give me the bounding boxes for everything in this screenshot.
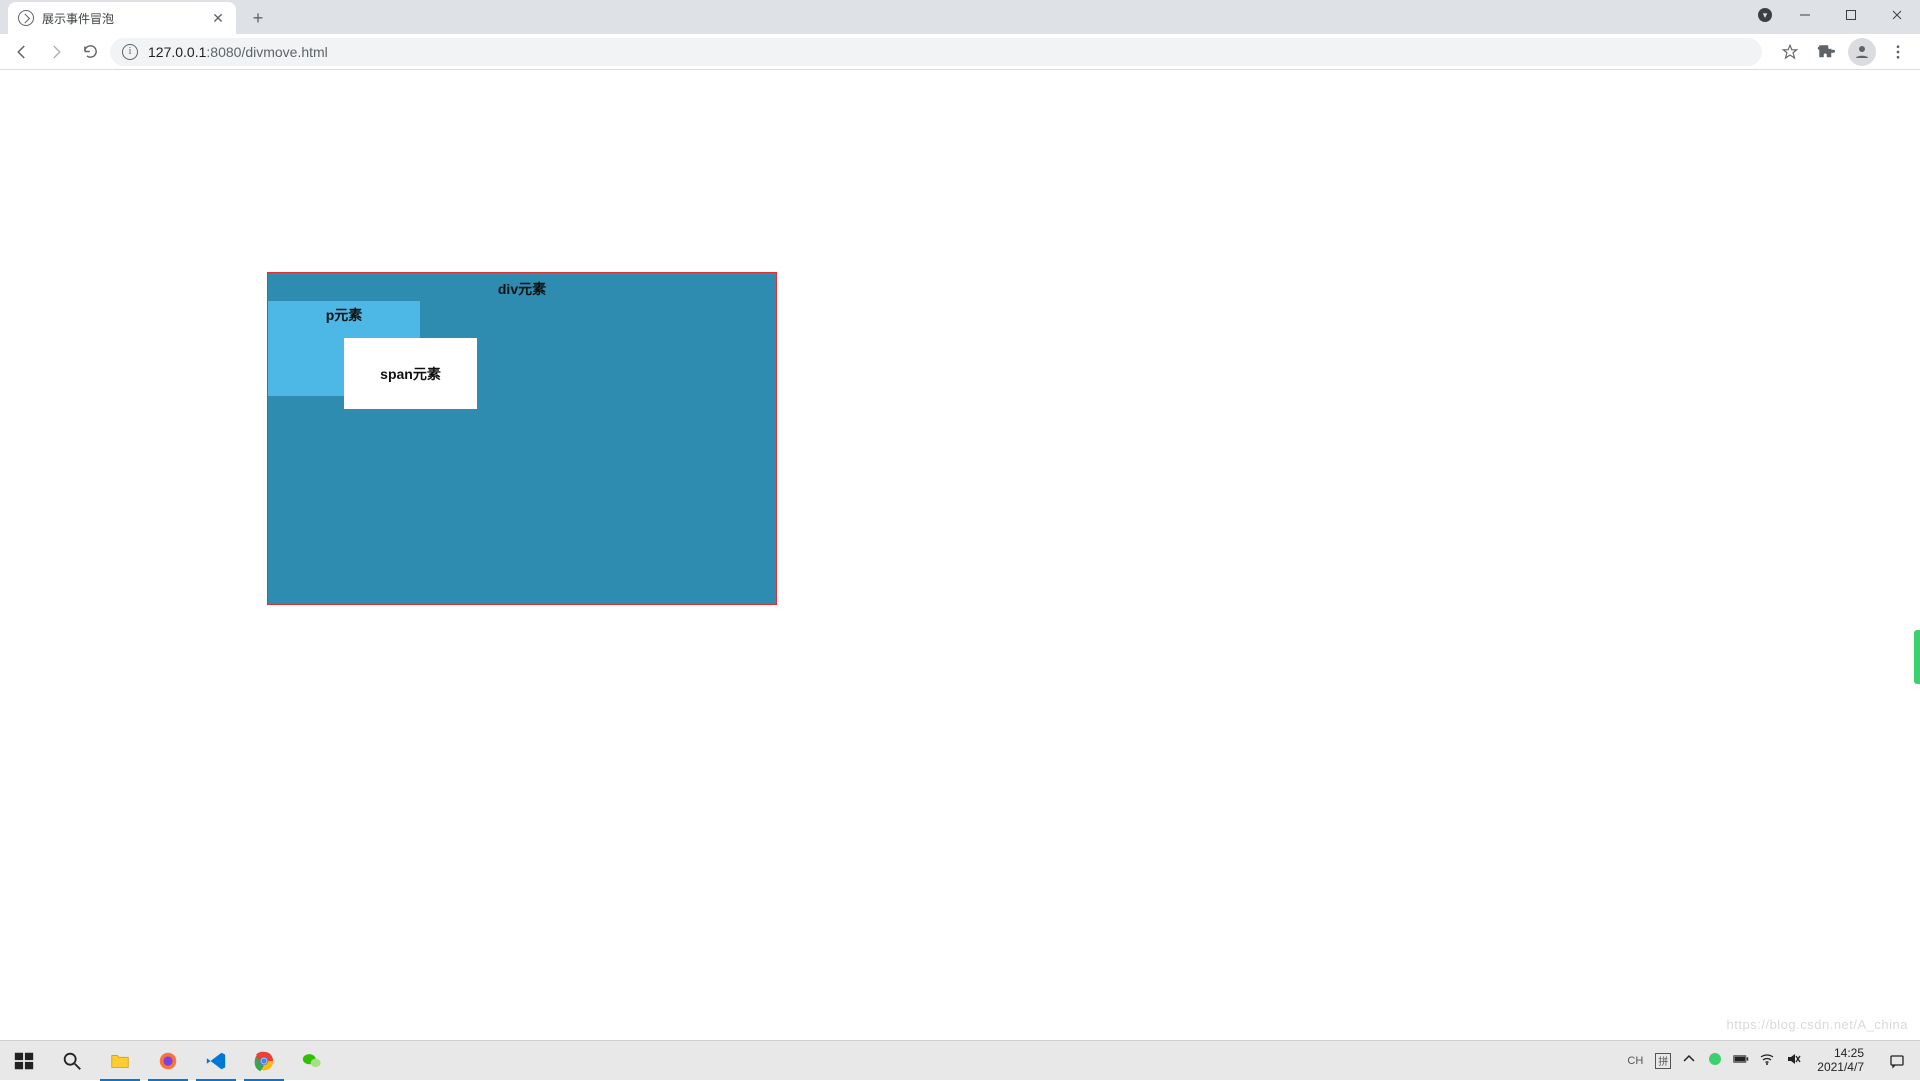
globe-icon (18, 10, 34, 26)
taskbar-app-explorer[interactable] (96, 1041, 144, 1081)
browser-tabstrip: 展示事件冒泡 ✕ + ▾ (0, 0, 1920, 34)
nav-back-button[interactable] (8, 38, 36, 66)
window-controls: ▾ (1748, 0, 1920, 34)
notification-icon (1889, 1053, 1905, 1069)
toolbar-right-icons (1776, 38, 1912, 66)
vscode-icon (205, 1050, 227, 1072)
search-icon (61, 1050, 83, 1072)
nav-forward-button[interactable] (42, 38, 70, 66)
kebab-icon (1889, 43, 1907, 61)
taskbar-app-vscode[interactable] (192, 1041, 240, 1081)
demo-span-label: span元素 (380, 364, 441, 384)
windows-icon (13, 1050, 35, 1072)
chrome-icon (253, 1050, 275, 1072)
url-path: /divmove.html (241, 44, 327, 60)
profile-button[interactable] (1848, 38, 1876, 66)
clock-date: 2021/4/7 (1817, 1061, 1864, 1075)
taskbar-app-firefox[interactable] (144, 1041, 192, 1081)
firefox-icon (157, 1050, 179, 1072)
taskbar-clock[interactable]: 14:25 2021/4/7 (1811, 1047, 1870, 1075)
puzzle-icon (1817, 43, 1835, 61)
account-dropdown-button[interactable]: ▾ (1748, 0, 1782, 30)
page-viewport: div元素 p元素 span元素 https://blog.csdn.net/A… (0, 70, 1920, 1040)
arrow-left-icon (13, 43, 31, 61)
taskbar-search-button[interactable] (48, 1041, 96, 1081)
demo-div-label: div元素 (498, 281, 546, 297)
taskbar-left (0, 1041, 336, 1080)
demo-div-box[interactable]: div元素 p元素 span元素 (267, 272, 777, 605)
url-port: :8080 (206, 44, 241, 60)
demo-span-box[interactable]: span元素 (344, 338, 477, 409)
address-bar[interactable]: i 127.0.0.1:8080/divmove.html (110, 38, 1762, 66)
maximize-icon (1845, 9, 1857, 21)
reload-icon (82, 43, 99, 60)
ime-language[interactable]: CH (1625, 1055, 1645, 1067)
tray-security-icon[interactable] (1707, 1051, 1723, 1070)
window-close-button[interactable] (1874, 0, 1920, 30)
tray-chevron-up-icon[interactable] (1681, 1051, 1697, 1070)
new-tab-button[interactable]: + (244, 4, 272, 32)
taskbar-app-chrome[interactable] (240, 1041, 288, 1081)
star-icon (1781, 43, 1799, 61)
browser-tab-active[interactable]: 展示事件冒泡 ✕ (8, 2, 236, 34)
browser-toolbar: i 127.0.0.1:8080/divmove.html (0, 34, 1920, 70)
window-minimize-button[interactable] (1782, 0, 1828, 30)
clock-time: 14:25 (1817, 1047, 1864, 1061)
bookmark-button[interactable] (1776, 38, 1804, 66)
url-text: 127.0.0.1:8080/divmove.html (148, 44, 328, 60)
close-icon (1891, 9, 1903, 21)
chrome-menu-button[interactable] (1884, 38, 1912, 66)
arrow-right-icon (47, 43, 65, 61)
site-info-icon[interactable]: i (122, 44, 138, 60)
tray-wifi-icon[interactable] (1759, 1051, 1775, 1070)
tray-volume-icon[interactable] (1785, 1051, 1801, 1070)
ime-mode[interactable]: 拼 (1655, 1053, 1671, 1069)
start-button[interactable] (0, 1041, 48, 1081)
taskbar-app-wechat[interactable] (288, 1041, 336, 1081)
tab-title: 展示事件冒泡 (42, 10, 114, 27)
url-host: 127.0.0.1 (148, 44, 206, 60)
nav-reload-button[interactable] (76, 38, 104, 66)
window-maximize-button[interactable] (1828, 0, 1874, 30)
folder-icon (109, 1050, 131, 1072)
minimize-icon (1799, 9, 1811, 21)
demo-p-box[interactable]: p元素 span元素 (268, 301, 420, 396)
demo-p-label: p元素 (326, 307, 363, 323)
plus-icon: + (253, 8, 264, 29)
wechat-icon (301, 1050, 323, 1072)
tab-close-button[interactable]: ✕ (210, 10, 226, 26)
watermark-text: https://blog.csdn.net/A_china (1727, 1017, 1908, 1032)
scroll-indicator[interactable] (1914, 630, 1920, 684)
extensions-button[interactable] (1812, 38, 1840, 66)
windows-taskbar: CH 拼 14:25 2021/4/7 (0, 1040, 1920, 1080)
tray-battery-icon[interactable] (1733, 1051, 1749, 1070)
system-tray: CH 拼 14:25 2021/4/7 (1625, 1041, 1920, 1080)
action-center-button[interactable] (1880, 1041, 1914, 1081)
caret-down-icon: ▾ (1758, 8, 1772, 22)
person-icon (1853, 43, 1871, 61)
